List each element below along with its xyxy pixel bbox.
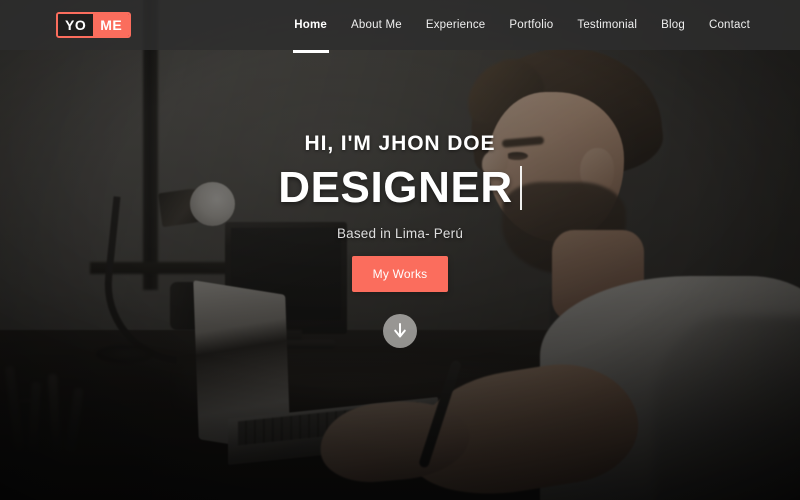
nav-item-blog[interactable]: Blog: [661, 2, 685, 48]
hero-background-photo: [0, 0, 800, 500]
nav-item-home[interactable]: Home: [294, 2, 327, 48]
arrow-down-icon: [391, 322, 409, 340]
hero-title-row: DESIGNER: [278, 166, 522, 210]
typing-caret-icon: [519, 166, 522, 210]
hero-title: DESIGNER: [278, 163, 513, 212]
scroll-down-button[interactable]: [383, 314, 417, 348]
nav-item-experience[interactable]: Experience: [426, 2, 486, 48]
logo-text-me: ME: [93, 14, 130, 36]
logo-text-yo: YO: [58, 14, 94, 36]
nav-item-testimonial[interactable]: Testimonial: [577, 2, 637, 48]
nav-item-contact[interactable]: Contact: [709, 2, 750, 48]
photo-vignette: [0, 0, 800, 500]
nav-item-about-me[interactable]: About Me: [351, 2, 402, 48]
my-works-button[interactable]: My Works: [352, 256, 448, 292]
hero-greeting: HI, I'M JHON DOE: [304, 132, 496, 155]
page-root: YO ME Home About Me Experience Portfolio…: [0, 0, 800, 500]
main-navigation: Home About Me Experience Portfolio Testi…: [294, 0, 750, 50]
nav-item-portfolio[interactable]: Portfolio: [509, 2, 553, 48]
site-logo[interactable]: YO ME: [56, 12, 132, 38]
hero-subtitle: Based in Lima- Perú: [336, 226, 464, 241]
site-header: YO ME Home About Me Experience Portfolio…: [0, 0, 800, 50]
